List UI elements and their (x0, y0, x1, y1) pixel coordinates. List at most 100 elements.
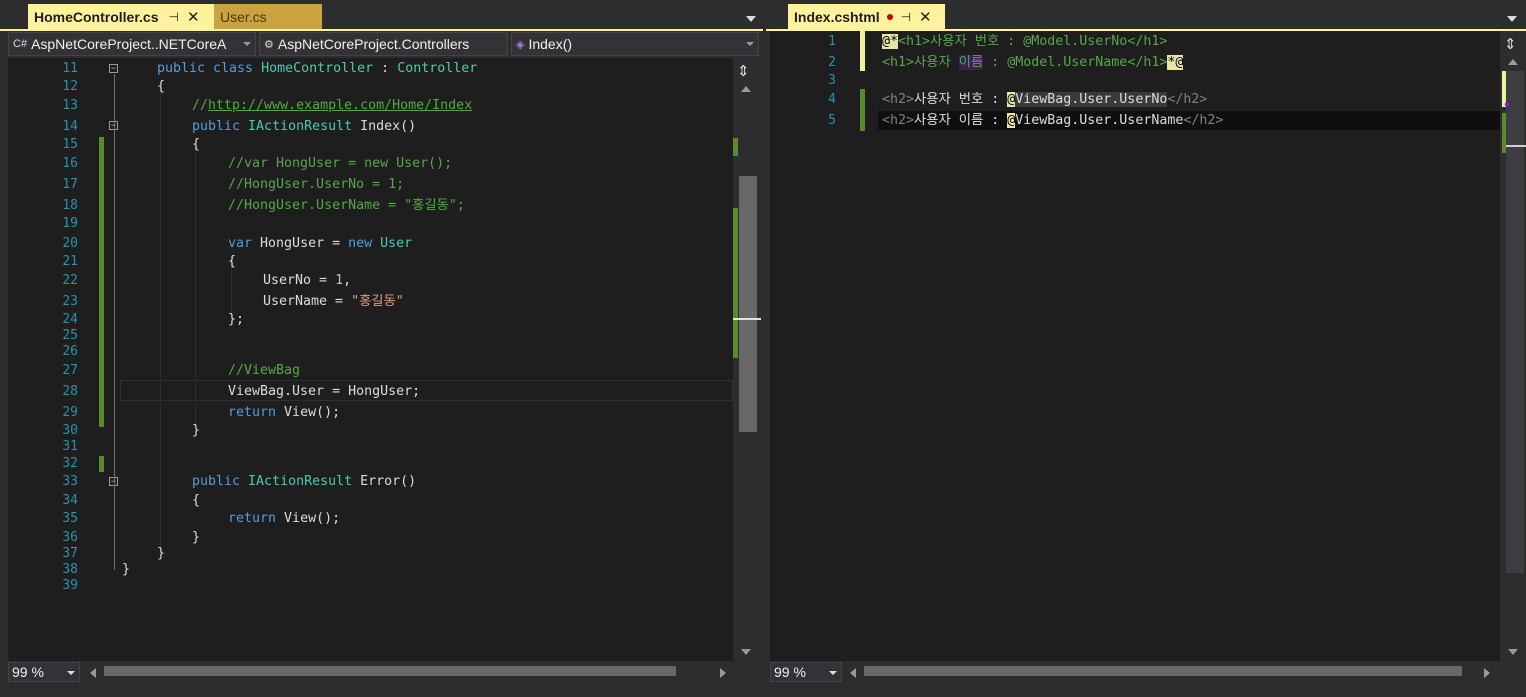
tab-overflow-icon[interactable] (746, 16, 756, 22)
class-dropdown[interactable]: ⚙ AspNetCoreProject.Controllers (259, 32, 508, 56)
split-icon[interactable]: ⇕ (1504, 35, 1517, 53)
line-number: 18 (62, 198, 78, 213)
code-token: 사용자 (914, 55, 959, 70)
line-number: 32 (62, 456, 78, 471)
scroll-right-icon[interactable] (1484, 668, 1490, 678)
code-token: IActionResult (248, 119, 353, 134)
right-bottom-bar: 99 % (770, 662, 1520, 684)
code-line: { (192, 493, 201, 508)
chevron-down-icon (746, 42, 754, 46)
bottom-status-strip (0, 684, 1526, 697)
code-token: : @Model.UserName (983, 55, 1128, 70)
zoom-dropdown[interactable]: 99 % (8, 662, 80, 682)
left-tab-strip: HomeController.cs ⊣ ✕ User.cs (0, 4, 763, 29)
chevron-down-icon (67, 671, 75, 675)
member-dropdown-label: Index() (528, 36, 573, 52)
line-number: 4 (828, 92, 836, 107)
scroll-up-icon[interactable] (1508, 59, 1518, 65)
code-token: </h1> (1127, 34, 1168, 49)
line-number: 14 (62, 119, 78, 134)
zoom-dropdown[interactable]: 99 % (770, 662, 842, 682)
pin-icon[interactable]: ⊣ (168, 10, 178, 24)
code-link[interactable]: http://www.example.com/Home/Index (208, 98, 472, 113)
left-editor-pane: HomeController.cs ⊣ ✕ User.cs C# AspNetC… (0, 0, 763, 697)
horizontal-scrollbar-thumb[interactable] (864, 666, 1462, 676)
scroll-down-icon[interactable] (741, 649, 751, 655)
code-editor-index-cshtml[interactable]: 1 2 3 4 5 @*<h1>사용자 번호 : @Model.UserNo</… (770, 31, 1500, 661)
method-icon: ◈ (516, 38, 525, 51)
code-token: return (228, 405, 277, 420)
scroll-left-icon[interactable] (850, 668, 856, 678)
code-token: : (373, 61, 398, 76)
code-line: } (192, 423, 201, 438)
code-token: </h1> (1127, 55, 1168, 70)
line-number: 21 (62, 254, 78, 269)
code-token: new (348, 236, 373, 251)
code-line: { (192, 137, 201, 152)
tab-index-cshtml[interactable]: Index.cshtml ⊣ ✕ (788, 4, 945, 29)
scroll-left-icon[interactable] (90, 668, 96, 678)
code-token: ViewBag.User.UserNo (1015, 92, 1168, 107)
unsaved-dot-icon (886, 13, 893, 20)
code-editor-homecontroller[interactable]: 11 12 13 14 15 16 17 18 19 20 21 22 23 2… (8, 58, 733, 661)
code-token: Controller (397, 61, 478, 76)
code-line: } (122, 562, 131, 577)
tab-homecontroller[interactable]: HomeController.cs ⊣ ✕ (28, 4, 214, 29)
line-number: 13 (62, 98, 78, 113)
code-token: var (228, 236, 253, 251)
scrollbar-thumb[interactable] (739, 176, 757, 432)
code-token: return (228, 511, 277, 526)
vertical-scrollbar[interactable]: ⇕ (1500, 31, 1526, 661)
collapse-icon[interactable]: − (109, 64, 118, 73)
member-dropdown[interactable]: ◈ Index() (511, 32, 759, 56)
tab-user-cs[interactable]: User.cs (214, 4, 322, 29)
change-indicator (860, 89, 865, 131)
tab-overflow-icon[interactable] (1507, 16, 1517, 22)
close-icon[interactable]: ✕ (187, 8, 200, 26)
change-marker (733, 208, 738, 358)
line-number: 11 (62, 61, 78, 76)
vertical-scrollbar[interactable]: ⇕ (733, 58, 761, 661)
left-bottom-bar: 99 % (8, 662, 758, 684)
scroll-up-icon[interactable] (741, 86, 751, 92)
line-number: 29 (62, 405, 78, 420)
code-token: public (192, 119, 249, 134)
line-number: 15 (62, 137, 78, 152)
code-token: Index() (352, 119, 417, 134)
code-line: ViewBag.User = HongUser; (228, 384, 421, 399)
right-editor-pane: Index.cshtml ⊣ ✕ 1 2 3 4 5 @*<h1>사용자 번호 … (766, 0, 1526, 697)
fold-line (114, 74, 115, 570)
tab-underline (0, 29, 763, 31)
line-number: 17 (62, 177, 78, 192)
code-line: //HongUser.UserName = "홍길동"; (228, 198, 465, 213)
change-marker (1502, 113, 1506, 153)
scroll-right-icon[interactable] (720, 668, 726, 678)
class-dropdown-label: AspNetCoreProject.Controllers (277, 36, 470, 52)
code-line: } (157, 546, 166, 561)
csharp-project-icon: C# (13, 38, 28, 50)
code-token: "홍길동" (351, 294, 404, 309)
change-indicator (99, 456, 104, 472)
split-icon[interactable]: ⇕ (737, 62, 750, 80)
code-line: //var HongUser = new User(); (228, 156, 453, 171)
code-token: <h2> (882, 92, 915, 107)
scroll-down-icon[interactable] (1508, 649, 1518, 655)
code-token: 사용자 이름 : (914, 113, 1008, 128)
line-number: 26 (62, 344, 78, 359)
project-dropdown[interactable]: C# AspNetCoreProject..NETCoreA (8, 32, 256, 56)
tab-label: Index.cshtml (794, 8, 880, 25)
tab-label: HomeController.cs (34, 8, 159, 25)
close-icon[interactable]: ✕ (919, 8, 932, 26)
change-marker (733, 138, 738, 156)
project-dropdown-label: AspNetCoreProject..NETCoreA (31, 36, 227, 52)
pin-icon[interactable]: ⊣ (901, 10, 911, 24)
code-line: }; (228, 312, 245, 327)
line-number: 28 (62, 384, 78, 399)
horizontal-scrollbar-thumb[interactable] (104, 666, 676, 676)
line-number: 2 (828, 55, 836, 70)
line-number: 19 (62, 216, 78, 231)
line-number: 5 (828, 113, 836, 128)
code-token: // (192, 98, 209, 113)
change-marker (1502, 71, 1506, 107)
code-token: HomeController (261, 61, 374, 76)
